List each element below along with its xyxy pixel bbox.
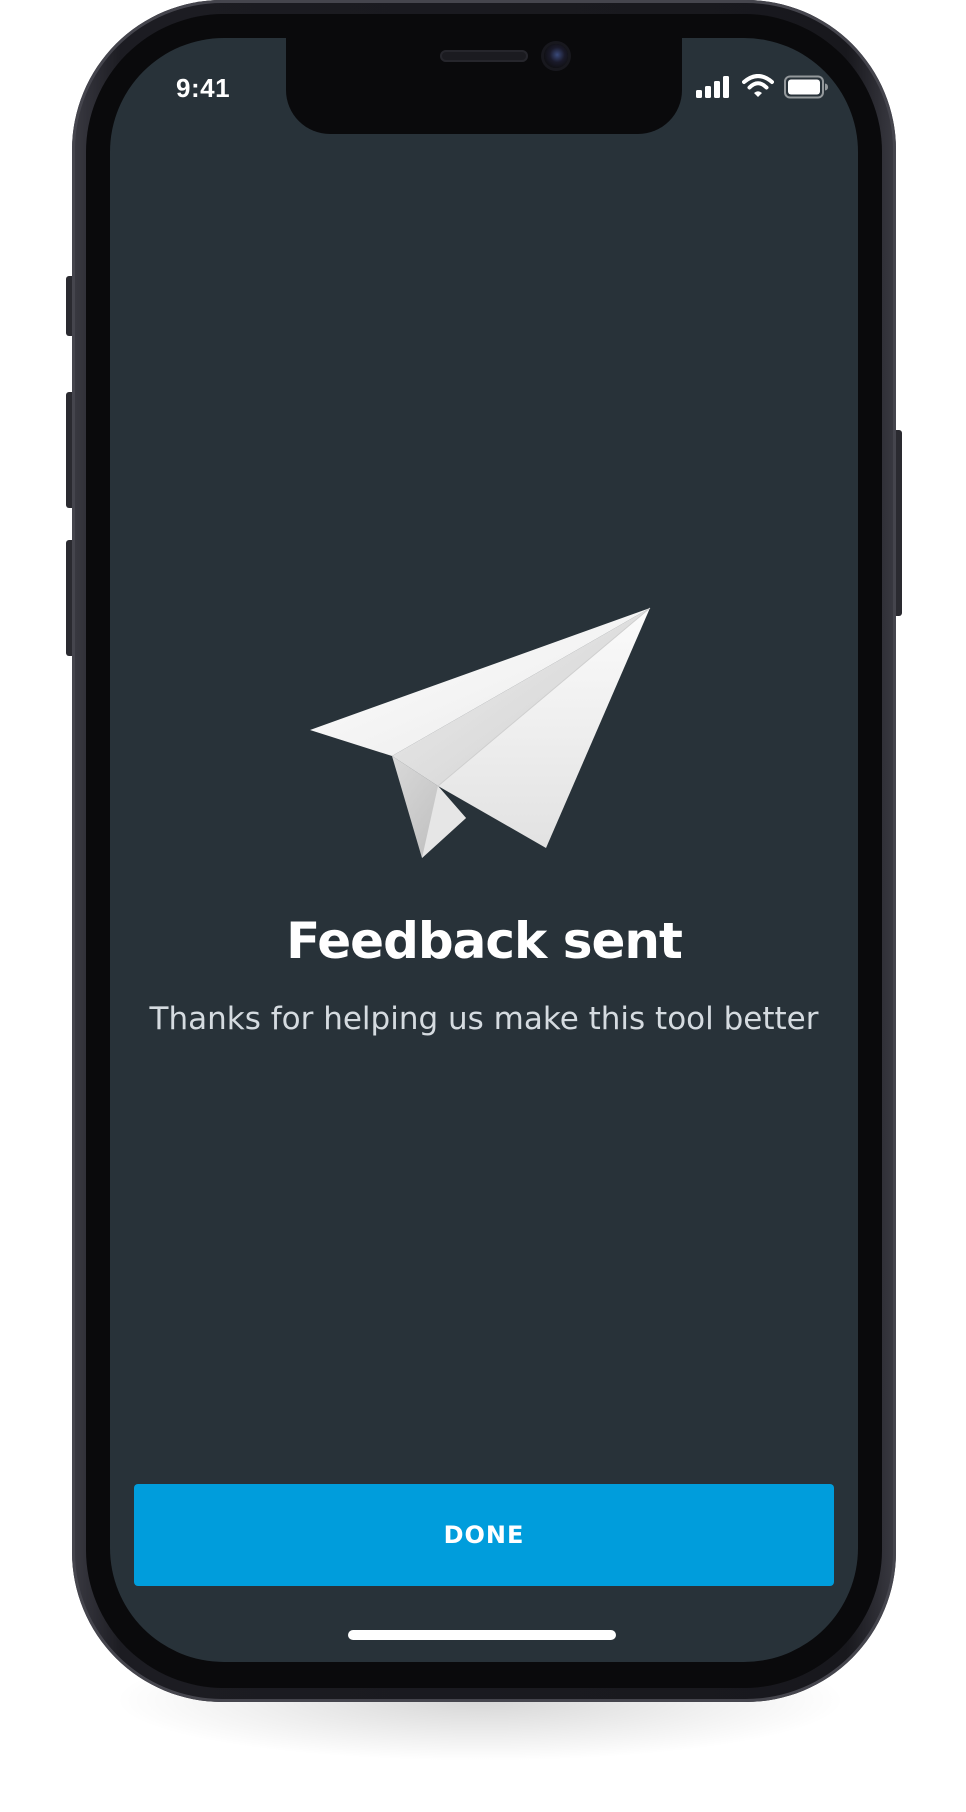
earpiece-speaker xyxy=(440,50,528,62)
phone-screen: 9:41 Feedback sent Thanks for helping us… xyxy=(110,38,858,1662)
home-indicator[interactable] xyxy=(348,1630,616,1640)
mockup-stage: 9:41 Feedback sent Thanks for helping us… xyxy=(0,0,966,1812)
done-button[interactable]: DONE xyxy=(134,1484,834,1586)
confirmation-title: Feedback sent xyxy=(286,912,683,970)
status-icons xyxy=(696,72,828,102)
wifi-icon xyxy=(742,74,774,97)
battery-icon xyxy=(784,75,828,99)
signal-icon xyxy=(696,76,729,98)
paper-plane-icon xyxy=(310,607,651,858)
front-camera xyxy=(544,44,568,68)
confirmation-subtitle: Thanks for helping us make this tool bet… xyxy=(149,1001,819,1037)
camera-notch xyxy=(286,38,682,134)
status-time: 9:41 xyxy=(176,73,231,103)
